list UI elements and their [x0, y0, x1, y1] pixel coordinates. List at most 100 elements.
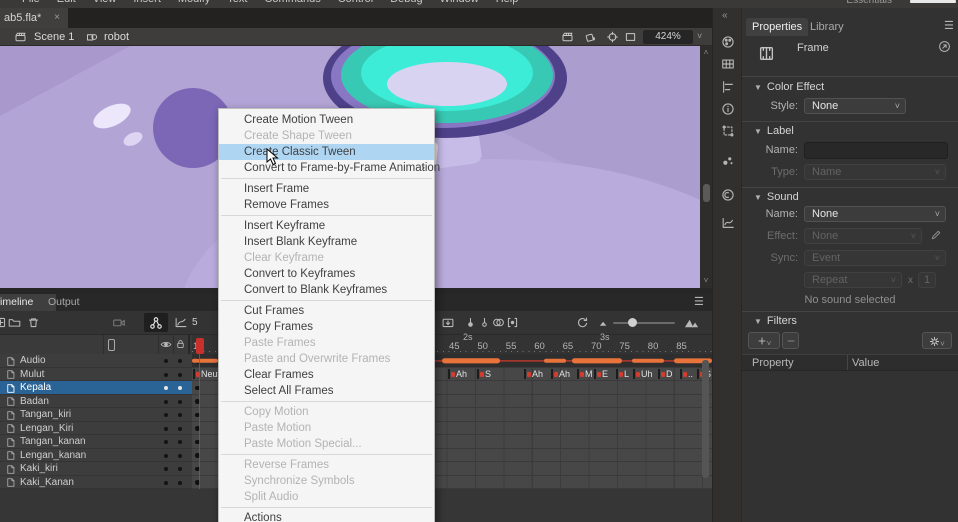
- breadcrumb-symbol[interactable]: robot: [104, 31, 129, 43]
- layer-visibility-dot[interactable]: [164, 373, 168, 377]
- new-layer-icon[interactable]: [0, 316, 7, 329]
- insert-frame-icon[interactable]: [441, 316, 455, 329]
- menu-commands[interactable]: Commands: [264, 0, 320, 5]
- layer-row-kaki_kanan[interactable]: Kaki_Kanan: [0, 476, 192, 490]
- timeline-vertical-scrollbar[interactable]: [702, 360, 709, 478]
- frame-label[interactable]: D: [658, 369, 673, 379]
- cc-libraries-panel-icon[interactable]: [721, 188, 735, 202]
- menu-item-convert-to-blank-keyframes[interactable]: Convert to Blank Keyframes: [219, 282, 434, 298]
- menu-insert[interactable]: Insert: [133, 0, 161, 5]
- menu-control[interactable]: Control: [338, 0, 373, 5]
- layer-visibility-dot[interactable]: [164, 427, 168, 431]
- layer-lock-dot[interactable]: [178, 481, 182, 485]
- frame-label[interactable]: Neutral: [193, 369, 220, 379]
- section-color-effect[interactable]: ▼Color Effect: [754, 81, 824, 93]
- layer-row-lengan_kanan[interactable]: Lengan_kanan: [0, 449, 192, 463]
- document-tab[interactable]: ab5.fla* ×: [0, 8, 68, 28]
- layer-row-tangan_kanan[interactable]: Tangan_kanan: [0, 435, 192, 449]
- layer-row-kaki_kiri[interactable]: Kaki_kiri: [0, 462, 192, 476]
- layer-visibility-dot[interactable]: [164, 413, 168, 417]
- menu-item-convert-to-frame-by-frame-animation[interactable]: Convert to Frame-by-Frame Animation›: [219, 160, 434, 176]
- frame-label[interactable]: S: [477, 369, 491, 379]
- onion-skin-icon[interactable]: [492, 316, 505, 329]
- chevron-down-icon[interactable]: ˅: [697, 31, 702, 41]
- style-dropdown[interactable]: None˅: [804, 98, 906, 114]
- section-filters[interactable]: ▼Filters: [754, 315, 797, 327]
- zoom-level-field[interactable]: 424%: [643, 30, 693, 44]
- frame-label[interactable]: Ah: [524, 369, 543, 379]
- brush-library-panel-icon[interactable]: [721, 154, 735, 168]
- tab-output[interactable]: Output: [38, 294, 90, 311]
- menu-item-convert-to-keyframes[interactable]: Convert to Keyframes: [219, 266, 434, 282]
- layer-lock-dot[interactable]: [178, 400, 182, 404]
- layer-lock-dot[interactable]: [178, 467, 182, 471]
- edit-multiple-frames-icon[interactable]: [506, 316, 519, 329]
- layer-visibility-dot[interactable]: [164, 386, 168, 390]
- parenting-view-toggle[interactable]: [144, 313, 168, 332]
- frame-label[interactable]: E: [594, 369, 608, 379]
- info-panel-icon[interactable]: [721, 102, 735, 116]
- menu-item-create-classic-tween[interactable]: Create Classic Tween: [219, 144, 434, 160]
- menu-file[interactable]: File: [22, 0, 40, 5]
- align-panel-icon[interactable]: [721, 80, 735, 94]
- swatches-panel-icon[interactable]: [721, 57, 735, 71]
- layer-row-tangan_kiri[interactable]: Tangan_kiri: [0, 408, 192, 422]
- menu-item-copy-frames[interactable]: Copy Frames: [219, 319, 434, 335]
- clip-content-icon[interactable]: [624, 31, 637, 43]
- menu-item-select-all-frames[interactable]: Select All Frames: [219, 383, 434, 399]
- frame-label[interactable]: Ah: [448, 369, 467, 379]
- playhead[interactable]: [196, 338, 204, 354]
- menu-item-insert-blank-keyframe[interactable]: Insert Blank Keyframe: [219, 234, 434, 250]
- menu-item-insert-frame[interactable]: Insert Frame: [219, 181, 434, 197]
- layer-row-mulut[interactable]: Mulut: [0, 368, 192, 382]
- delete-layer-icon[interactable]: [27, 316, 40, 329]
- menu-items[interactable]: File Edit View Insert Modify Text Commands Cont…: [22, 0, 518, 5]
- label-name-input[interactable]: [804, 142, 948, 159]
- menu-view[interactable]: View: [93, 0, 117, 5]
- transform-panel-icon[interactable]: [721, 124, 735, 138]
- edit-symbols-icon[interactable]: [584, 31, 597, 43]
- layer-visibility-dot[interactable]: [164, 440, 168, 444]
- panel-menu-icon[interactable]: ☰: [694, 295, 704, 308]
- scroll-down-icon[interactable]: ˅: [702, 277, 710, 285]
- motion-presets-panel-icon[interactable]: [721, 216, 735, 230]
- clapperboard-icon[interactable]: [14, 31, 27, 43]
- frame-label[interactable]: L: [616, 369, 629, 379]
- layer-row-badan[interactable]: Badan: [0, 395, 192, 409]
- tab-library[interactable]: Library: [804, 18, 850, 36]
- layer-visibility-dot[interactable]: [164, 359, 168, 363]
- layer-lock-dot[interactable]: [178, 427, 182, 431]
- layer-visibility-dot[interactable]: [164, 467, 168, 471]
- zoom-in-frames-icon[interactable]: [684, 315, 699, 330]
- menu-edit[interactable]: Edit: [57, 0, 76, 5]
- layer-lock-dot[interactable]: [178, 373, 182, 377]
- layer-visibility-dot[interactable]: [164, 454, 168, 458]
- layer-visibility-dot[interactable]: [164, 400, 168, 404]
- layer-lock-dot[interactable]: [178, 440, 182, 444]
- frame-label[interactable]: ..: [680, 369, 693, 379]
- remove-filter-button[interactable]: [782, 332, 799, 349]
- layer-lock-dot[interactable]: [178, 413, 182, 417]
- menu-text[interactable]: Text: [227, 0, 247, 5]
- menu-item-cut-frames[interactable]: Cut Frames: [219, 303, 434, 319]
- frame-size-slider[interactable]: [613, 322, 675, 324]
- reset-timeline-zoom-icon[interactable]: [576, 316, 589, 329]
- edit-scene-icon[interactable]: [561, 31, 574, 43]
- zoom-out-frames-icon[interactable]: [597, 316, 610, 329]
- menu-modify[interactable]: Modify: [178, 0, 210, 5]
- layer-row-audio[interactable]: Audio: [0, 354, 192, 368]
- layer-lock-dot[interactable]: [178, 359, 182, 363]
- external-link-icon[interactable]: [938, 40, 951, 53]
- section-sound[interactable]: ▼Sound: [754, 191, 799, 203]
- new-folder-icon[interactable]: [8, 316, 21, 329]
- eye-icon[interactable]: [160, 339, 172, 350]
- frame-label[interactable]: Ah: [551, 369, 570, 379]
- color-panel-icon[interactable]: [721, 35, 735, 49]
- layer-lock-dot[interactable]: [178, 454, 182, 458]
- stage-vertical-scrollbar[interactable]: ˄ ˅: [700, 46, 712, 288]
- filter-options-button[interactable]: ˅: [922, 332, 952, 349]
- pencil-icon[interactable]: [930, 229, 942, 241]
- menu-item-insert-keyframe[interactable]: Insert Keyframe: [219, 218, 434, 234]
- menu-window[interactable]: Window: [440, 0, 479, 5]
- workspace-switcher[interactable]: Essentials: [846, 0, 892, 6]
